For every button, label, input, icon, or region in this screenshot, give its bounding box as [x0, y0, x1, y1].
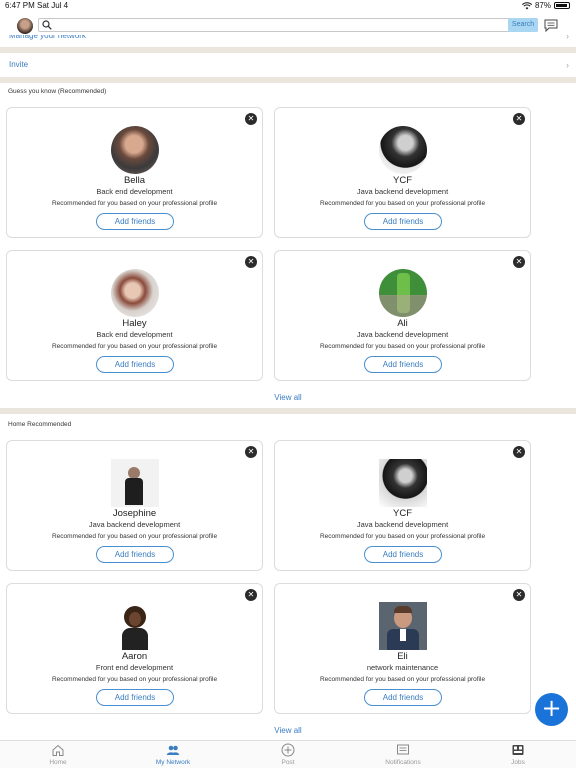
- search-box[interactable]: Search: [38, 18, 538, 32]
- profile-photo[interactable]: [379, 602, 427, 650]
- avatar[interactable]: [17, 18, 33, 34]
- tab-label: Post: [281, 759, 295, 766]
- people-icon: [166, 745, 180, 755]
- profile-photo[interactable]: [111, 459, 159, 507]
- close-icon[interactable]: ✕: [513, 256, 525, 268]
- person-role: Front end development: [95, 663, 174, 672]
- recommendation-text: Recommended for you based on your profes…: [51, 676, 218, 683]
- divider: [0, 47, 576, 53]
- briefcase-icon: [512, 745, 524, 755]
- recommendation-text: Recommended for you based on your profes…: [51, 533, 218, 540]
- person-name: Haley: [122, 318, 147, 329]
- add-friends-button[interactable]: Add friends: [96, 213, 174, 230]
- person-card: ✕ YCF Java backend development Recommend…: [274, 440, 531, 571]
- person-card: ✕ Josephine Java backend development Rec…: [6, 440, 263, 571]
- tab-home[interactable]: Home: [18, 743, 98, 766]
- add-friends-button[interactable]: Add friends: [96, 546, 174, 563]
- tab-label: Home: [49, 759, 67, 766]
- tab-notifications[interactable]: Notifications: [363, 743, 443, 766]
- add-friends-button[interactable]: Add friends: [364, 356, 442, 373]
- tab-my-network[interactable]: My Network: [133, 743, 213, 766]
- close-icon[interactable]: ✕: [245, 446, 257, 458]
- tab-label: My Network: [155, 759, 191, 766]
- close-icon[interactable]: ✕: [245, 113, 257, 125]
- person-role: Java backend development: [356, 330, 449, 339]
- person-name: YCF: [393, 508, 412, 519]
- battery-percent: 87%: [534, 1, 551, 10]
- divider: [0, 77, 576, 83]
- recommendation-text: Recommended for you based on your profes…: [319, 200, 486, 207]
- add-friends-button[interactable]: Add friends: [96, 356, 174, 373]
- battery-icon: [554, 2, 570, 9]
- wifi-icon: [521, 1, 532, 9]
- add-friends-button[interactable]: Add friends: [364, 213, 442, 230]
- person-name: Eli: [397, 651, 408, 662]
- profile-photo[interactable]: [379, 269, 427, 317]
- person-card: ✕ Eli network maintenance Recommended fo…: [274, 583, 531, 714]
- add-friends-button[interactable]: Add friends: [364, 546, 442, 563]
- close-icon[interactable]: ✕: [513, 589, 525, 601]
- bottom-tab-bar: Home My Network Post Notifications Jobs: [0, 740, 576, 768]
- view-all-link[interactable]: View all: [0, 393, 576, 402]
- person-card: ✕ Bella Back end development Recommended…: [6, 107, 263, 238]
- section-title-home: Home Recommended: [8, 421, 72, 428]
- close-icon[interactable]: ✕: [245, 589, 257, 601]
- person-name: Aaron: [121, 651, 148, 662]
- close-icon[interactable]: ✕: [245, 256, 257, 268]
- person-name: Bella: [123, 175, 146, 186]
- status-right: 87%: [521, 1, 570, 10]
- person-role: Java backend development: [88, 520, 181, 529]
- person-card: ✕ Haley Back end development Recommended…: [6, 250, 263, 381]
- recommendation-text: Recommended for you based on your profes…: [319, 343, 486, 350]
- person-role: Back end development: [96, 330, 173, 339]
- person-card: ✕ YCF Java backend development Recommend…: [274, 107, 531, 238]
- search-button[interactable]: Search: [508, 18, 538, 32]
- home-icon: [52, 744, 64, 756]
- profile-photo[interactable]: [111, 269, 159, 317]
- recommendation-text: Recommended for you based on your profes…: [319, 533, 486, 540]
- person-role: network maintenance: [366, 663, 439, 672]
- profile-photo[interactable]: [111, 126, 159, 174]
- top-bar: Search: [0, 13, 576, 35]
- person-role: Java backend development: [356, 520, 449, 529]
- section-title-guess: Guess you know (Recommended): [8, 88, 107, 95]
- tab-label: Notifications: [385, 759, 421, 766]
- status-date: Sat Jul 4: [37, 1, 69, 10]
- tab-label: Jobs: [511, 759, 525, 766]
- person-name: Ali: [397, 318, 408, 329]
- tab-post[interactable]: Post: [248, 743, 328, 766]
- status-bar: 6:47 PM Sat Jul 4 87%: [0, 0, 576, 12]
- chevron-right-icon: ›: [566, 60, 569, 70]
- view-all-link[interactable]: View all: [0, 726, 576, 735]
- message-icon: [397, 744, 409, 755]
- search-icon: [42, 20, 52, 30]
- person-card: ✕ Aaron Front end development Recommende…: [6, 583, 263, 714]
- close-icon[interactable]: ✕: [513, 113, 525, 125]
- person-name: YCF: [393, 175, 412, 186]
- plus-circle-icon: [281, 743, 295, 757]
- person-role: Back end development: [96, 187, 173, 196]
- add-post-fab[interactable]: +: [535, 693, 568, 726]
- invite-row[interactable]: Invite ›: [0, 54, 576, 76]
- person-name: Josephine: [112, 508, 157, 519]
- profile-photo[interactable]: [379, 459, 427, 507]
- recommendation-text: Recommended for you based on your profes…: [51, 200, 218, 207]
- status-time: 6:47 PM: [5, 1, 35, 10]
- add-friends-button[interactable]: Add friends: [96, 689, 174, 706]
- profile-photo[interactable]: [111, 602, 159, 650]
- tab-jobs[interactable]: Jobs: [478, 743, 558, 766]
- divider: [0, 408, 576, 414]
- chat-icon[interactable]: [544, 19, 558, 32]
- invite-link[interactable]: Invite: [9, 60, 28, 69]
- add-friends-button[interactable]: Add friends: [364, 689, 442, 706]
- profile-photo[interactable]: [379, 126, 427, 174]
- recommendation-text: Recommended for you based on your profes…: [319, 676, 486, 683]
- person-card: ✕ Ali Java backend development Recommend…: [274, 250, 531, 381]
- recommendation-text: Recommended for you based on your profes…: [51, 343, 218, 350]
- close-icon[interactable]: ✕: [513, 446, 525, 458]
- search-input[interactable]: [55, 19, 505, 31]
- person-role: Java backend development: [356, 187, 449, 196]
